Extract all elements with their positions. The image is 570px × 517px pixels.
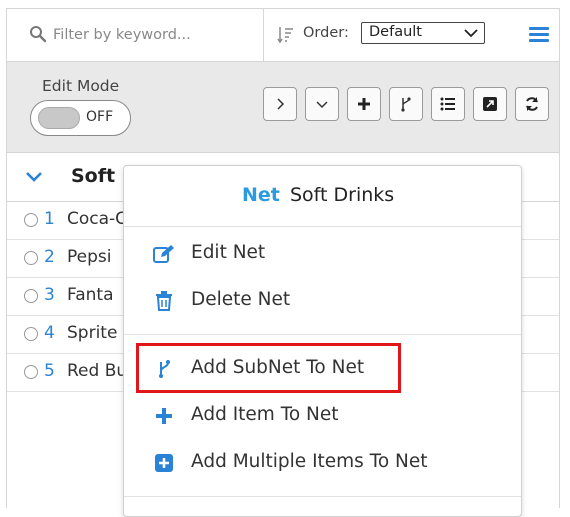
search-input[interactable]: [53, 23, 253, 47]
chevron-down-icon[interactable]: [25, 171, 43, 183]
collapse-button[interactable]: [305, 87, 339, 121]
top-bar: Order: Default: [7, 9, 559, 62]
branch-icon: [401, 97, 411, 112]
order-label: Order:: [303, 25, 349, 41]
highlight-box: [136, 343, 401, 393]
menu-item-label: Add Multiple Items To Net: [191, 451, 428, 472]
chevron-down-icon: [316, 101, 328, 109]
item-radio[interactable]: [24, 251, 38, 265]
menu-divider: [124, 334, 521, 335]
chevron-down-icon: [464, 29, 478, 38]
item-name: Sprite: [67, 323, 118, 343]
edit-mode-toggle[interactable]: OFF: [30, 100, 131, 136]
order-selected-value: Default: [369, 24, 422, 40]
item-number: 1: [44, 209, 55, 229]
edit-toolbar: Edit Mode OFF: [7, 62, 559, 153]
toggle-knob: [38, 107, 80, 129]
plus-icon: [153, 405, 175, 427]
item-name: Red Bu: [67, 361, 128, 381]
list-icon: [440, 97, 455, 111]
net-context-menu: Net Soft Drinks Edit Net Delete Net Add …: [123, 165, 522, 517]
toggle-state: OFF: [86, 109, 114, 125]
menu-item-delete-net[interactable]: Delete Net: [124, 281, 521, 321]
item-radio[interactable]: [24, 365, 38, 379]
menu-item-edit-net[interactable]: Edit Net: [124, 234, 521, 274]
context-menu-title: Soft Drinks: [290, 184, 395, 206]
list-view-button[interactable]: [431, 87, 465, 121]
net-tag: Net: [242, 184, 280, 206]
open-image-button[interactable]: [473, 87, 507, 121]
item-radio[interactable]: [24, 327, 38, 341]
order-select[interactable]: Default: [361, 22, 485, 44]
item-radio[interactable]: [24, 213, 38, 227]
menu-item-add-item[interactable]: Add Item To Net: [124, 396, 521, 436]
sort-order-icon: [277, 27, 293, 44]
item-number: 5: [44, 361, 55, 381]
edit-icon: [153, 243, 175, 265]
item-number: 2: [44, 247, 55, 267]
refresh-icon: [526, 97, 538, 111]
item-radio[interactable]: [24, 289, 38, 303]
hamburger-menu-icon[interactable]: [529, 27, 549, 43]
menu-item-label: Add Item To Net: [191, 404, 339, 425]
add-button[interactable]: [347, 87, 381, 121]
item-number: 4: [44, 323, 55, 343]
menu-item-label: Delete Net: [191, 289, 291, 310]
plus-icon: [358, 98, 370, 110]
search-box: [7, 9, 264, 61]
search-icon: [30, 26, 47, 43]
context-menu-header: Net Soft Drinks: [124, 166, 521, 227]
refresh-button[interactable]: [515, 87, 549, 121]
expand-button[interactable]: [263, 87, 297, 121]
expand-image-icon: [483, 97, 497, 111]
item-number: 3: [44, 285, 55, 305]
edit-mode-label: Edit Mode: [42, 77, 120, 95]
trash-icon: [153, 290, 175, 312]
plus-square-icon: [153, 452, 175, 474]
item-name: Coca-C: [67, 209, 128, 229]
menu-divider: [124, 496, 521, 497]
menu-item-add-multiple-items[interactable]: Add Multiple Items To Net: [124, 443, 521, 483]
menu-item-label: Edit Net: [191, 242, 266, 263]
add-subnet-button[interactable]: [389, 87, 423, 121]
item-name: Fanta: [67, 285, 114, 305]
chevron-right-icon: [277, 98, 285, 110]
item-name: Pepsi: [67, 247, 112, 267]
